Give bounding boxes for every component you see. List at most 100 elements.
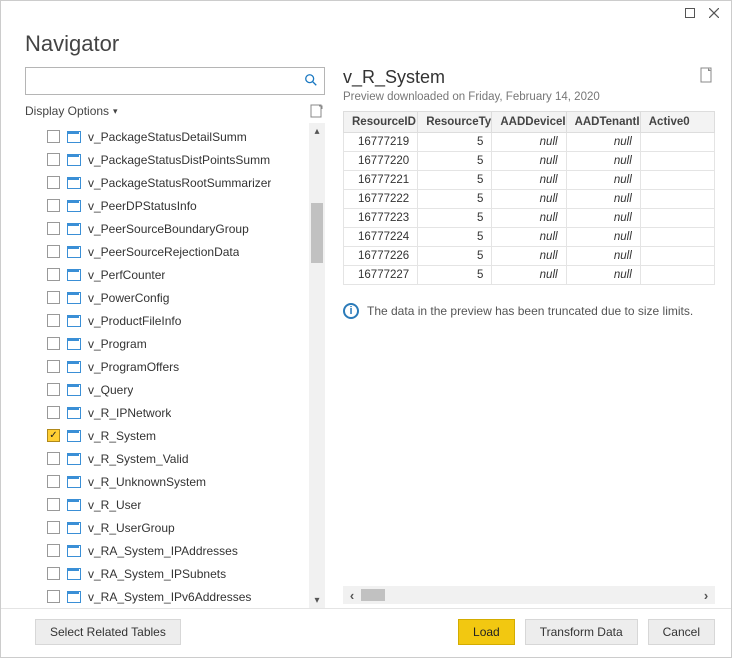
tree-item[interactable]: v_PeerSourceBoundaryGroup bbox=[25, 217, 305, 240]
scroll-up-arrow-icon[interactable]: ▴ bbox=[309, 123, 325, 139]
table-row[interactable]: 167772265nullnull bbox=[344, 247, 715, 266]
search-box[interactable] bbox=[25, 67, 325, 95]
vertical-scrollbar[interactable]: ▴ ▾ bbox=[309, 123, 325, 608]
table-cell: null bbox=[566, 171, 640, 190]
scroll-thumb-horizontal[interactable] bbox=[361, 589, 385, 601]
scroll-down-arrow-icon[interactable]: ▾ bbox=[309, 592, 325, 608]
view-icon bbox=[66, 567, 82, 581]
view-icon bbox=[66, 245, 82, 259]
tree-item-checkbox[interactable] bbox=[47, 521, 60, 534]
tree-item-checkbox[interactable] bbox=[47, 406, 60, 419]
tree-item[interactable]: v_RA_System_IPAddresses bbox=[25, 539, 305, 562]
tree-item[interactable]: v_PowerConfig bbox=[25, 286, 305, 309]
scroll-thumb[interactable] bbox=[311, 203, 323, 263]
horizontal-scrollbar[interactable]: ‹ › bbox=[343, 586, 715, 604]
column-header[interactable]: AADDeviceID bbox=[492, 112, 566, 133]
tree-item-checkbox[interactable] bbox=[47, 452, 60, 465]
transform-data-button[interactable]: Transform Data bbox=[525, 619, 638, 645]
preview-panel: v_R_System Preview downloaded on Friday,… bbox=[325, 67, 715, 608]
tree-item-checkbox[interactable] bbox=[47, 567, 60, 580]
tree-item-checkbox[interactable] bbox=[47, 360, 60, 373]
table-cell bbox=[640, 209, 714, 228]
table-row[interactable]: 167772205nullnull bbox=[344, 152, 715, 171]
view-icon bbox=[66, 475, 82, 489]
tree-item-checkbox[interactable] bbox=[47, 291, 60, 304]
tree-item[interactable]: v_R_UserGroup bbox=[25, 516, 305, 539]
table-cell: 16777227 bbox=[344, 266, 418, 285]
tree-item-label: v_R_System bbox=[88, 429, 156, 443]
navigator-tree[interactable]: v_PackageStatusDetailSummv_PackageStatus… bbox=[25, 123, 305, 608]
table-cell: 16777219 bbox=[344, 133, 418, 152]
table-row[interactable]: 167772245nullnull bbox=[344, 228, 715, 247]
view-icon bbox=[66, 314, 82, 328]
column-header[interactable]: ResourceType bbox=[418, 112, 492, 133]
load-button[interactable]: Load bbox=[458, 619, 515, 645]
cancel-button[interactable]: Cancel bbox=[648, 619, 715, 645]
tree-item-label: v_RA_System_IPAddresses bbox=[88, 544, 238, 558]
tree-item[interactable]: v_Query bbox=[25, 378, 305, 401]
tree-item-checkbox[interactable] bbox=[47, 590, 60, 603]
tree-item-checkbox[interactable] bbox=[47, 153, 60, 166]
window-close-button[interactable] bbox=[705, 5, 723, 21]
tree-item[interactable]: v_PerfCounter bbox=[25, 263, 305, 286]
tree-item-checkbox[interactable] bbox=[47, 176, 60, 189]
tree-item[interactable]: v_RA_System_IPv6Addresses bbox=[25, 585, 305, 608]
table-row[interactable]: 167772235nullnull bbox=[344, 209, 715, 228]
tree-item[interactable]: v_PeerSourceRejectionData bbox=[25, 240, 305, 263]
column-header[interactable]: Active0 bbox=[640, 112, 714, 133]
tree-item[interactable]: v_PackageStatusDistPointsSumm bbox=[25, 148, 305, 171]
select-related-tables-button[interactable]: Select Related Tables bbox=[35, 619, 181, 645]
tree-item[interactable]: v_PeerDPStatusInfo bbox=[25, 194, 305, 217]
scroll-left-arrow-icon[interactable]: ‹ bbox=[343, 586, 361, 604]
table-cell: 16777224 bbox=[344, 228, 418, 247]
tree-item[interactable]: v_R_User bbox=[25, 493, 305, 516]
tree-item-checkbox[interactable] bbox=[47, 337, 60, 350]
tree-item-checkbox[interactable] bbox=[47, 268, 60, 281]
tree-item-checkbox[interactable] bbox=[47, 383, 60, 396]
search-input[interactable] bbox=[32, 73, 304, 89]
tree-item-checkbox[interactable] bbox=[47, 314, 60, 327]
tree-item[interactable]: v_ProductFileInfo bbox=[25, 309, 305, 332]
tree-item[interactable]: v_R_System_Valid bbox=[25, 447, 305, 470]
info-message: The data in the preview has been truncat… bbox=[367, 304, 693, 318]
table-row[interactable]: 167772195nullnull bbox=[344, 133, 715, 152]
tree-item[interactable]: v_ProgramOffers bbox=[25, 355, 305, 378]
tree-item-checkbox[interactable] bbox=[47, 475, 60, 488]
tree-item[interactable]: ✓ v_R_System bbox=[25, 424, 305, 447]
tree-item-checkbox[interactable] bbox=[47, 498, 60, 511]
preview-options-icon[interactable] bbox=[699, 67, 715, 85]
table-cell: null bbox=[492, 266, 566, 285]
tree-item-checkbox[interactable] bbox=[47, 130, 60, 143]
tree-item-checkbox[interactable] bbox=[47, 199, 60, 212]
column-header[interactable]: ResourceID bbox=[344, 112, 418, 133]
table-cell: null bbox=[492, 133, 566, 152]
refresh-icon[interactable] bbox=[309, 103, 325, 119]
tree-item-checkbox[interactable] bbox=[47, 245, 60, 258]
tree-item-label: v_PeerSourceBoundaryGroup bbox=[88, 222, 249, 236]
tree-item[interactable]: v_PackageStatusDetailSumm bbox=[25, 125, 305, 148]
tree-item[interactable]: v_RA_System_IPSubnets bbox=[25, 562, 305, 585]
table-cell: 5 bbox=[418, 190, 492, 209]
view-icon bbox=[66, 222, 82, 236]
tree-item-checkbox[interactable]: ✓ bbox=[47, 429, 60, 442]
table-row[interactable]: 167772275nullnull bbox=[344, 266, 715, 285]
search-icon[interactable] bbox=[304, 73, 318, 90]
column-header[interactable]: AADTenantID bbox=[566, 112, 640, 133]
tree-item-checkbox[interactable] bbox=[47, 222, 60, 235]
table-row[interactable]: 167772225nullnull bbox=[344, 190, 715, 209]
preview-table[interactable]: ResourceIDResourceTypeAADDeviceIDAADTena… bbox=[343, 111, 715, 285]
tree-item[interactable]: v_PackageStatusRootSummarizer bbox=[25, 171, 305, 194]
tree-item[interactable]: v_Program bbox=[25, 332, 305, 355]
display-options-dropdown[interactable]: Display Options ▾ bbox=[25, 104, 118, 118]
tree-item-label: v_R_System_Valid bbox=[88, 452, 189, 466]
table-cell: 16777223 bbox=[344, 209, 418, 228]
table-row[interactable]: 167772215nullnull bbox=[344, 171, 715, 190]
table-cell: null bbox=[566, 247, 640, 266]
scroll-right-arrow-icon[interactable]: › bbox=[697, 586, 715, 604]
tree-item-checkbox[interactable] bbox=[47, 544, 60, 557]
dialog-body: Display Options ▾ v_PackageStatusDetailS… bbox=[1, 67, 731, 608]
dialog-title: Navigator bbox=[1, 29, 731, 67]
tree-item[interactable]: v_R_IPNetwork bbox=[25, 401, 305, 424]
tree-item[interactable]: v_R_UnknownSystem bbox=[25, 470, 305, 493]
window-maximize-button[interactable] bbox=[681, 5, 699, 21]
